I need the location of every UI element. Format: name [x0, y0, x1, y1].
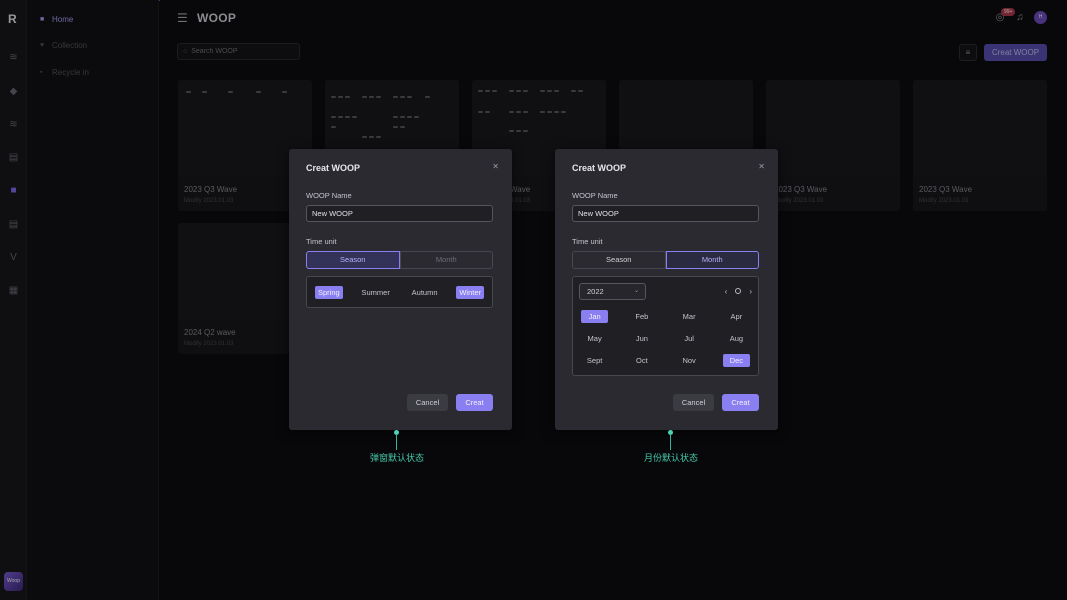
- month-option[interactable]: Mar: [676, 310, 703, 323]
- month-option[interactable]: Feb: [628, 310, 655, 323]
- season-option-autumn[interactable]: Autumn: [409, 286, 441, 299]
- tab-month[interactable]: Month: [665, 251, 759, 269]
- year-select[interactable]: 2022 ⌄: [579, 283, 646, 300]
- create-woop-dialog-month: Creat WOOP ✕ WOOP Name New WOOP Time uni…: [555, 149, 778, 430]
- month-option[interactable]: Sept: [581, 354, 608, 367]
- close-icon[interactable]: ✕: [492, 162, 499, 171]
- time-unit-label: Time unit: [306, 237, 337, 246]
- year-value: 2022: [587, 287, 604, 296]
- month-option[interactable]: Jun: [628, 332, 655, 345]
- month-option[interactable]: Dec: [722, 354, 750, 367]
- cancel-button[interactable]: Cancel: [407, 394, 448, 411]
- time-unit-label: Time unit: [572, 237, 603, 246]
- woop-name-label: WOOP Name: [572, 191, 618, 200]
- season-picker: Spring Summer Autumn Winter: [306, 276, 493, 308]
- dialog-title: Creat WOOP: [572, 163, 627, 173]
- create-button[interactable]: Creat: [722, 394, 759, 411]
- annotation-line: [396, 434, 397, 450]
- create-button[interactable]: Creat: [456, 394, 493, 411]
- month-option[interactable]: Oct: [628, 354, 655, 367]
- current-year-icon[interactable]: [735, 288, 742, 294]
- month-grid: Jan Feb Mar Apr May Jun Jul Aug Sept Oct…: [581, 310, 750, 367]
- tab-season[interactable]: Season: [572, 251, 666, 269]
- year-pager: ‹ ›: [725, 287, 752, 296]
- annotation-line: [670, 434, 671, 450]
- woop-name-input[interactable]: New WOOP: [572, 205, 759, 222]
- modal-backdrop: [0, 0, 1067, 600]
- time-unit-segment: Season Month: [572, 251, 759, 269]
- month-option[interactable]: Jan: [581, 310, 609, 323]
- month-option[interactable]: Nov: [676, 354, 703, 367]
- month-option[interactable]: Apr: [723, 310, 750, 323]
- create-woop-dialog-season: Creat WOOP ✕ WOOP Name New WOOP Time uni…: [289, 149, 512, 430]
- tab-season[interactable]: Season: [306, 251, 400, 269]
- cancel-button[interactable]: Cancel: [673, 394, 714, 411]
- month-option[interactable]: Aug: [723, 332, 750, 345]
- dialog-title: Creat WOOP: [306, 163, 361, 173]
- month-option[interactable]: May: [581, 332, 608, 345]
- season-option-spring[interactable]: Spring: [315, 285, 343, 299]
- chevron-down-icon: ⌄: [633, 288, 639, 294]
- woop-name-label: WOOP Name: [306, 191, 352, 200]
- season-option-winter[interactable]: Winter: [456, 285, 484, 299]
- month-option[interactable]: Jul: [676, 332, 703, 345]
- season-option-summer[interactable]: Summer: [359, 286, 393, 299]
- tab-month[interactable]: Month: [399, 251, 493, 269]
- month-picker: 2022 ⌄ ‹ › Jan Feb Mar Apr May Jun Jul A…: [572, 276, 759, 376]
- chevron-left-icon[interactable]: ‹: [725, 287, 728, 296]
- time-unit-segment: Season Month: [306, 251, 493, 269]
- close-icon[interactable]: ✕: [758, 162, 765, 171]
- annotation-default-month: 月份默认状态: [644, 453, 699, 463]
- woop-name-input[interactable]: New WOOP: [306, 205, 493, 222]
- annotation-default-dialog: 弹窗默认状态: [370, 453, 425, 463]
- chevron-right-icon[interactable]: ›: [749, 287, 752, 296]
